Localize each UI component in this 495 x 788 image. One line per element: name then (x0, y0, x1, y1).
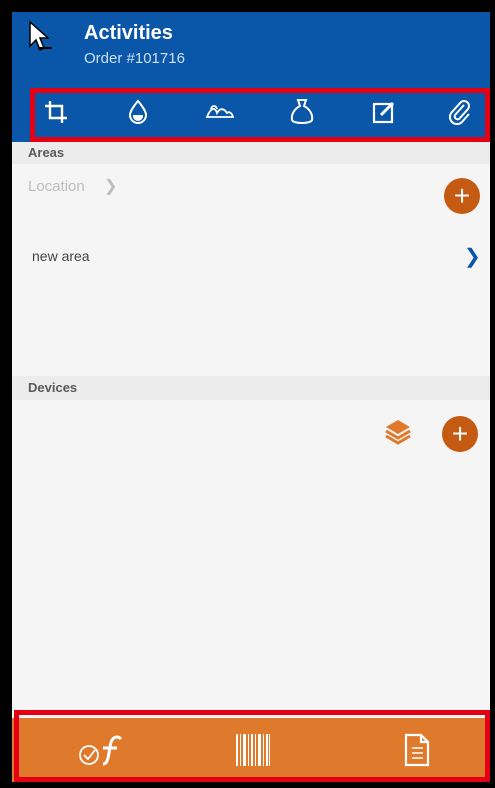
order-number: Order #101716 (84, 50, 185, 67)
bottom-bar-highlight-frame (14, 710, 490, 782)
location-label[interactable]: Location (28, 178, 85, 195)
devices-heading: Devices (12, 376, 490, 400)
app-bar: Activities Order #101716 (12, 12, 490, 82)
page-title: Activities (84, 22, 173, 44)
chevron-right-icon[interactable]: ❯ (464, 244, 481, 269)
add-area-button[interactable]: + (444, 178, 480, 214)
chevron-right-icon: ❯ (104, 178, 118, 195)
add-device-button[interactable]: + (442, 416, 478, 452)
area-list-item[interactable]: new area (32, 248, 90, 264)
areas-heading: Areas (12, 142, 490, 164)
app-screen: Activities Order #101716 Areas Location … (12, 12, 490, 782)
layers-icon[interactable] (384, 418, 412, 446)
toolbar-highlight-frame (30, 88, 490, 142)
back-arrow-icon[interactable] (26, 20, 56, 54)
